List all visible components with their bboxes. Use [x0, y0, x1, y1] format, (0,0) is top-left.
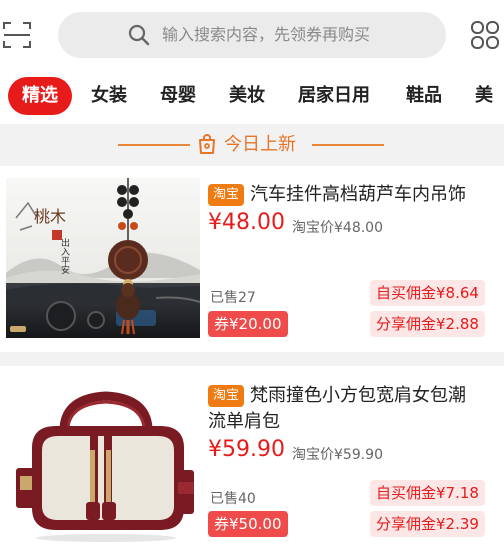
tab-beauty[interactable]: 美妆	[229, 77, 265, 115]
search-input[interactable]: 输入搜索内容，先领券再购买	[58, 12, 446, 58]
taobao-price: 淘宝价¥59.90	[292, 447, 383, 463]
image-label-side: 出入平安	[59, 237, 70, 275]
product-image	[6, 378, 200, 546]
tab-womens-clothing[interactable]: 女装	[91, 77, 127, 115]
share-commission-badge[interactable]: 分享佣金¥2.88	[370, 311, 485, 337]
search-icon	[128, 24, 150, 46]
sold-count: 已售27	[210, 290, 256, 306]
product-price: ¥48.00	[208, 210, 285, 235]
taobao-price: 淘宝价¥48.00	[292, 220, 383, 236]
sold-count: 已售40	[210, 491, 256, 507]
grid-menu-icon[interactable]	[470, 20, 500, 50]
tab-featured[interactable]: 精选	[8, 77, 72, 115]
banner-title: 今日上新	[224, 134, 296, 155]
product-card[interactable]: 桃木 出入平安 淘宝 汽车挂件高档葫芦车内吊饰 ¥48.00 淘宝价¥48.00…	[0, 168, 504, 352]
self-commission-badge: 自买佣金¥7.18	[370, 480, 485, 506]
product-title-line1[interactable]: 梵雨撞色小方包宽肩女包潮	[250, 382, 466, 410]
tab-mother-baby[interactable]: 母婴	[160, 77, 196, 115]
category-tabs: 精选 女装 母婴 美妆 居家日用 鞋品 美	[0, 72, 504, 122]
today-new-banner: 今日上新	[0, 124, 504, 166]
tab-shoes[interactable]: 鞋品	[406, 77, 442, 115]
product-image: 桃木 出入平安	[6, 178, 200, 338]
top-bar: 输入搜索内容，先领券再购买	[0, 0, 504, 70]
shopping-bag-icon	[199, 134, 215, 154]
tab-home[interactable]: 居家日用	[298, 77, 370, 115]
banner-divider-right	[312, 144, 384, 146]
scan-icon[interactable]	[2, 20, 32, 50]
image-label-main: 桃木	[34, 207, 66, 226]
search-placeholder: 输入搜索内容，先领券再购买	[162, 25, 371, 44]
self-commission-badge: 自买佣金¥8.64	[370, 280, 485, 306]
taobao-badge: 淘宝	[208, 184, 245, 206]
banner-divider-left	[118, 144, 190, 146]
card-separator	[0, 352, 504, 366]
tab-beauty-2[interactable]: 美	[475, 77, 493, 115]
coupon-button[interactable]: 券¥20.00	[208, 311, 288, 337]
share-commission-badge[interactable]: 分享佣金¥2.39	[370, 511, 485, 537]
product-title[interactable]: 汽车挂件高档葫芦车内吊饰	[250, 181, 500, 209]
coupon-button[interactable]: 券¥50.00	[208, 511, 288, 537]
product-title-line2[interactable]: 流单肩包	[208, 408, 280, 436]
product-card[interactable]: 淘宝 梵雨撞色小方包宽肩女包潮 流单肩包 ¥59.90 淘宝价¥59.90 已售…	[0, 366, 504, 558]
product-price: ¥59.90	[208, 437, 285, 462]
taobao-badge: 淘宝	[208, 385, 245, 407]
